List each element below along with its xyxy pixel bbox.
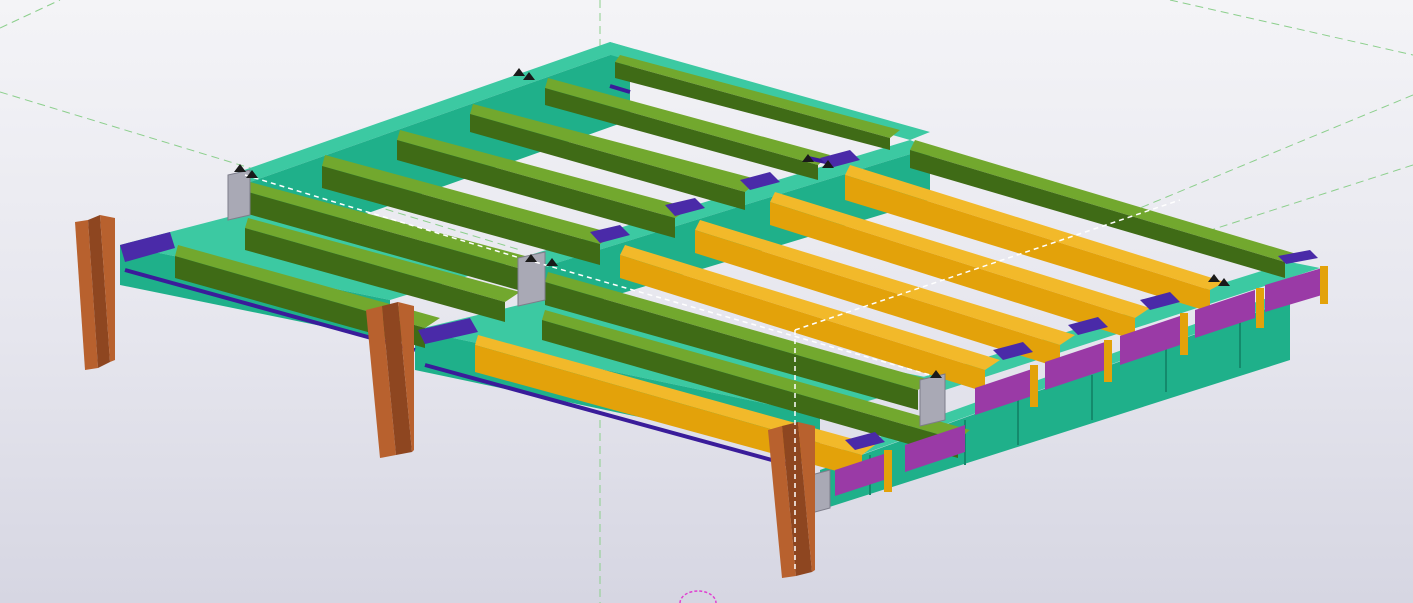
gridline [0, 0, 61, 29]
end-fitting [1256, 288, 1264, 328]
end-fitting [1320, 266, 1328, 304]
end-fitting [1030, 365, 1038, 407]
structural-model-3d[interactable] [0, 0, 1413, 603]
model-viewport[interactable] [0, 0, 1413, 603]
beam-flange[interactable] [910, 140, 1300, 262]
end-plate [919, 373, 946, 427]
gridline [1179, 164, 1413, 241]
support-triangle-icon [513, 68, 525, 76]
column-left[interactable] [75, 215, 115, 370]
work-plane-marker-icon [679, 590, 717, 603]
gridline [1139, 94, 1413, 209]
end-fitting [1180, 313, 1188, 355]
column-front[interactable] [768, 422, 815, 578]
end-fitting [1104, 340, 1112, 382]
end-fitting [884, 450, 892, 492]
gridline [1169, 0, 1413, 56]
support-triangle-icon [234, 164, 246, 172]
column-mid[interactable] [366, 302, 414, 458]
